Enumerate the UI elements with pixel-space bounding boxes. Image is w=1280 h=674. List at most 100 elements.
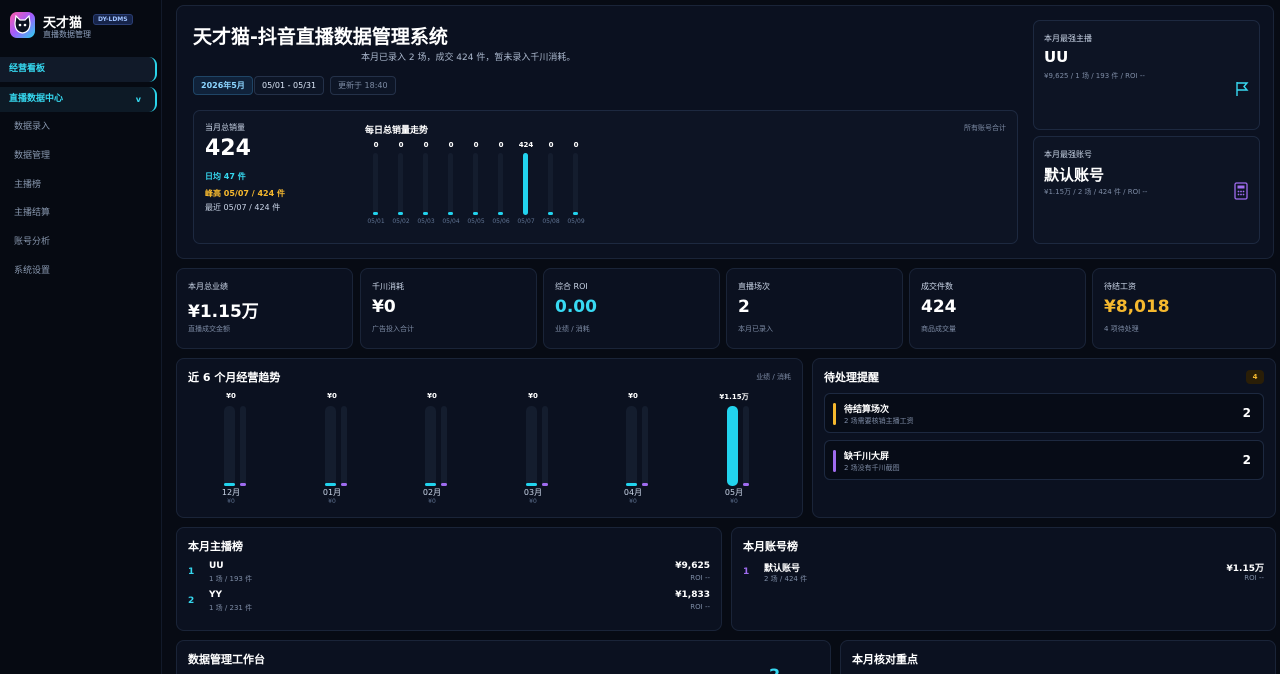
nav-account-analysis[interactable]: 账号分析: [0, 231, 157, 253]
daily-bar: [398, 212, 403, 215]
kpi-sub: 本月已录入: [738, 325, 773, 333]
trend-bar-track: [642, 406, 648, 486]
month-chip[interactable]: 2026年5月: [193, 76, 253, 95]
todo-panel: 待处理提醒 4 待结算场次 2 场需要核销主播工资 2 缺千川大屏 2 场没有千…: [812, 358, 1276, 518]
rank-name: 默认账号: [764, 564, 801, 574]
trend-bar-track: [526, 406, 537, 486]
rank-roi: ROI --: [690, 603, 710, 611]
page-title: 天才猫-抖音直播数据管理系统: [193, 26, 448, 48]
trend-month-label: 04月: [623, 488, 643, 497]
kpi-card-pending-wages[interactable]: 待结工资 ¥8,018 4 项待处理: [1092, 268, 1276, 349]
sales-label: 当月总销量: [205, 123, 245, 132]
kpi-card-roi[interactable]: 综合 ROI 0.00 业绩 / 消耗: [543, 268, 720, 349]
trend-bar-track: [224, 406, 235, 486]
trend-bar-revenue: [425, 483, 436, 486]
daily-bar: [548, 212, 553, 215]
todo-item-settlement[interactable]: 待结算场次 2 场需要核销主播工资 2: [824, 393, 1264, 433]
kpi-value: ¥8,018: [1104, 297, 1170, 317]
daily-bar-value: 0: [573, 141, 579, 149]
sales-latest: 最近 05/07 / 424 件: [205, 203, 281, 212]
kpi-sub: 4 项待处理: [1104, 325, 1139, 333]
todo-count-badge: 4: [1246, 370, 1264, 384]
nav-data-entry[interactable]: 数据录入: [0, 116, 157, 138]
todo-item-missing-screen[interactable]: 缺千川大屏 2 场没有千川截图 2: [824, 440, 1264, 480]
chevron-down-icon: v: [135, 95, 141, 104]
rank-name: YY: [209, 590, 223, 600]
kpi-sub: 广告投入合计: [372, 325, 414, 333]
kpi-label: 本月总业绩: [188, 282, 228, 291]
top-anchor-label: 本月最强主播: [1044, 34, 1092, 43]
hero-panel: 天才猫-抖音直播数据管理系统 本月已录入 2 场，成交 424 件，暂未录入千川…: [176, 5, 1274, 259]
trend-bar-track: [542, 406, 548, 486]
sales-panel: 当月总销量 424 日均 47 件 峰高 05/07 / 424 件 最近 05…: [193, 110, 1018, 244]
todo-title: 待处理提醒: [824, 371, 879, 384]
daily-bar: [373, 212, 378, 215]
anchor-rank-panel: 本月主播榜 1 UU 1 场 / 193 件 ¥9,625 ROI -- 2 Y…: [176, 527, 722, 631]
daily-bar-label: 05/08: [542, 218, 560, 225]
page-subtitle: 本月已录入 2 场，成交 424 件，暂未录入千川消耗。: [361, 53, 576, 63]
trend-bar-track: [743, 406, 749, 486]
daily-bar-track: [448, 153, 453, 215]
trend-bar-cost: [542, 483, 548, 486]
brand[interactable]: 天才猫 DY-LDMS 直播数据管理: [10, 10, 160, 42]
daily-bar-label: 05/03: [417, 218, 435, 225]
kpi-value: ¥1.15万: [188, 302, 259, 322]
six-month-trend-panel: 近 6 个月经营趋势 业绩 / 消耗 ¥0 12月 ¥0 ¥0 01月 ¥0 ¥0 02月 ¥0…: [176, 358, 803, 518]
account-rank-panel: 本月账号榜 1 默认账号 2 场 / 424 件 ¥1.15万 ROI --: [731, 527, 1276, 631]
daily-bar: [523, 153, 528, 215]
kpi-card-total-sales[interactable]: 本月总业绩 ¥1.15万 直播成交金额: [176, 268, 353, 349]
kpi-sub: 直播成交金额: [188, 325, 230, 333]
trend-month-label: 05月: [724, 488, 744, 497]
nav-dashboard[interactable]: 经营看板: [0, 57, 157, 82]
nav-live-data-center[interactable]: 直播数据中心 v: [0, 87, 157, 112]
trend-bar-value: ¥1.15万: [719, 393, 749, 401]
sales-value: 424: [205, 136, 251, 161]
nav-anchor-rank[interactable]: 主播榜: [0, 174, 157, 196]
brand-subtitle: 直播数据管理: [43, 30, 91, 39]
daily-bar: [573, 212, 578, 215]
daily-bar-value: 0: [473, 141, 479, 149]
rank-roi: ROI --: [690, 574, 710, 582]
trend-bar-cost: [642, 483, 648, 486]
kpi-label: 成交件数: [921, 282, 953, 291]
trend-bar-track: [441, 406, 447, 486]
trend-bar-track: [341, 406, 347, 486]
daily-bar-label: 05/04: [442, 218, 460, 225]
trend-bar-value: ¥0: [427, 392, 437, 400]
kpi-card-orders[interactable]: 成交件数 424 商品成交量: [909, 268, 1086, 349]
trend-cost-label: ¥0: [629, 498, 637, 505]
date-range-chip[interactable]: 05/01 - 05/31: [254, 76, 325, 95]
trend-bar-cost: [441, 483, 447, 486]
nav-anchor-settlement[interactable]: 主播结算: [0, 202, 157, 224]
top-anchor-card[interactable]: 本月最强主播 UU ¥9,625 / 1 场 / 193 件 / ROI --: [1033, 20, 1260, 130]
kpi-card-sessions[interactable]: 直播场次 2 本月已录入: [726, 268, 903, 349]
top-account-card[interactable]: 本月最强账号 默认账号 ¥1.15万 / 2 场 / 424 件 / ROI -…: [1033, 136, 1260, 244]
updated-chip: 更新于 18:40: [330, 76, 396, 95]
daily-bar: [423, 212, 428, 215]
rank-number: 1: [188, 567, 195, 577]
trend-month-label: 03月: [523, 488, 543, 497]
trend-bar-track: [626, 406, 637, 486]
daily-bar-track: [473, 153, 478, 215]
trend-bar-revenue: [325, 483, 336, 486]
cat-logo-icon: [10, 12, 35, 38]
daily-trend-title: 每日总销量走势: [365, 126, 429, 136]
todo-marker: [833, 450, 836, 472]
kpi-label: 待结工资: [1104, 282, 1136, 291]
trend-bar-value: ¥0: [528, 392, 538, 400]
kpi-sub: 商品成交量: [921, 325, 956, 333]
rank-roi: ROI --: [1244, 574, 1264, 582]
daily-bar-label: 05/05: [467, 218, 485, 225]
nav-group-label: 直播数据中心: [9, 94, 64, 104]
sales-peak: 峰高 05/07 / 424 件: [205, 189, 285, 198]
todo-item-sub: 2 场没有千川截图: [844, 464, 900, 472]
nav-system-settings[interactable]: 系统设置: [0, 260, 157, 282]
daily-trend-note: 所有账号合计: [964, 124, 1006, 132]
rank-amount: ¥1.15万: [1226, 564, 1264, 574]
nav-data-management[interactable]: 数据管理: [0, 145, 157, 167]
daily-bar-track: [548, 153, 553, 215]
daily-bar: [448, 212, 453, 215]
kpi-card-ad-spend[interactable]: 千川消耗 ¥0 广告投入合计: [360, 268, 537, 349]
daily-bar-track: [573, 153, 578, 215]
daily-bar-value: 0: [373, 141, 379, 149]
